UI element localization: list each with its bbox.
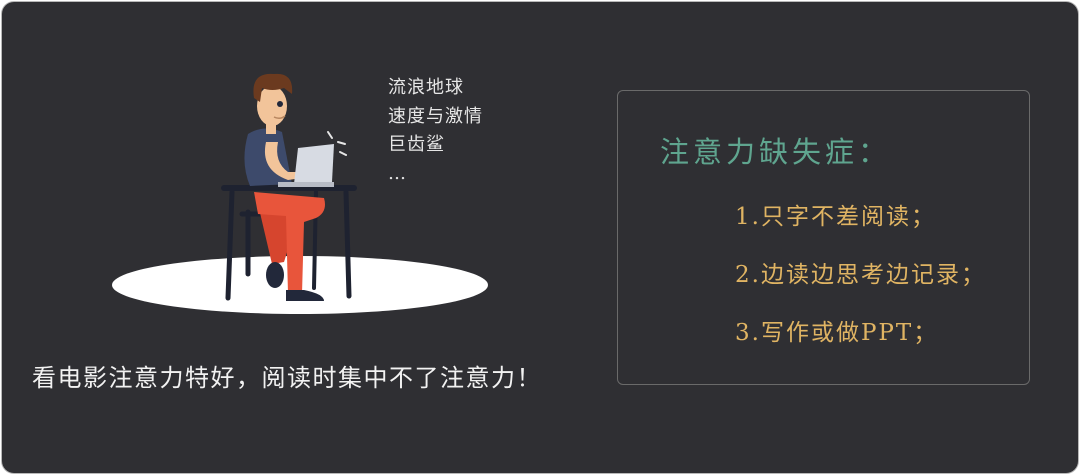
slide-card: 流浪地球 速度与激情 巨齿鲨 … 看电影注意力特好，阅读时集中不了注意力！ 注意… [2, 2, 1078, 473]
symptom-item: 2.边读边思考边记录； [735, 262, 986, 288]
movie-item-ellipsis: … [388, 162, 407, 184]
symptom-item: 1.只字不差阅读； [735, 204, 936, 230]
movie-item: 流浪地球 [388, 77, 464, 98]
laptop-base [278, 182, 334, 187]
symptoms-panel: 注意力缺失症： 1.只字不差阅读； 2.边读边思考边记录； 3.写作或做PPT； [617, 90, 1030, 385]
head [257, 86, 287, 126]
symptom-item: 3.写作或做PPT； [735, 320, 939, 346]
symptom-list: 1.只字不差阅读； 2.边读边思考边记录； 3.写作或做PPT； [735, 197, 986, 371]
movie-list: 流浪地球 速度与激情 巨齿鲨 … [388, 74, 483, 188]
man-at-laptop-illustration [112, 73, 488, 314]
movie-item: 速度与激情 [388, 105, 483, 127]
movie-item: 巨齿鲨 [388, 134, 445, 155]
shoe-back [266, 262, 284, 288]
caption-text: 看电影注意力特好，阅读时集中不了注意力！ [32, 364, 542, 392]
laptop-screen [294, 144, 334, 184]
panel-title: 注意力缺失症： [660, 135, 892, 169]
